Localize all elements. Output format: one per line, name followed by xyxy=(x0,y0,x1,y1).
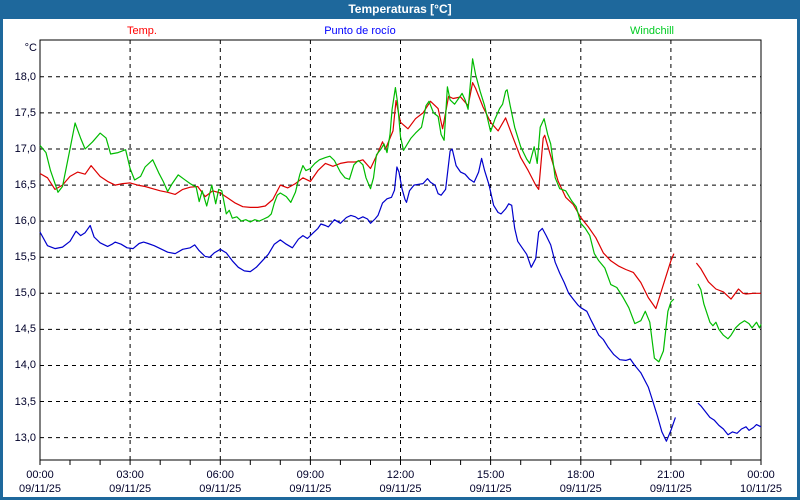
x-tick-date: 09/11/25 xyxy=(98,483,162,495)
weather-chart-window: Temperaturas [°C] Temp. Punto de rocío W… xyxy=(0,0,800,500)
x-tick-time: 21:00 xyxy=(639,469,703,481)
x-tick-time: 12:00 xyxy=(369,469,433,481)
x-tick-time: 18:00 xyxy=(549,469,613,481)
y-tick-label: 17,5 xyxy=(0,107,36,119)
y-tick-label: 13,0 xyxy=(0,432,36,444)
y-tick-label: 14,0 xyxy=(0,359,36,371)
x-tick-date: 09/11/25 xyxy=(188,483,252,495)
chart-canvas xyxy=(0,0,800,500)
x-tick-time: 15:00 xyxy=(459,469,523,481)
x-tick-date: 09/11/25 xyxy=(549,483,613,495)
y-tick-label: 17,0 xyxy=(0,143,36,155)
x-tick-time: 09:00 xyxy=(278,469,342,481)
x-tick-date: 09/11/25 xyxy=(639,483,703,495)
x-tick-date: 10/11/25 xyxy=(729,483,793,495)
x-tick-time: 03:00 xyxy=(98,469,162,481)
y-tick-label: 16,5 xyxy=(0,179,36,191)
y-tick-label: 18,0 xyxy=(0,71,36,83)
y-tick-label: 15,0 xyxy=(0,287,36,299)
y-tick-label: 14,5 xyxy=(0,323,36,335)
x-tick-time: 06:00 xyxy=(188,469,252,481)
x-tick-time: 00:00 xyxy=(8,469,72,481)
y-tick-label: 13,5 xyxy=(0,396,36,408)
y-tick-label: 16,0 xyxy=(0,215,36,227)
y-tick-label: 15,5 xyxy=(0,251,36,263)
series-line xyxy=(698,403,761,435)
x-tick-date: 09/11/25 xyxy=(8,483,72,495)
series-line xyxy=(40,83,674,309)
x-tick-date: 09/11/25 xyxy=(369,483,433,495)
x-tick-date: 09/11/25 xyxy=(278,483,342,495)
series-line xyxy=(40,149,675,441)
window-frame-left xyxy=(0,19,3,500)
series-line xyxy=(698,284,761,339)
series-line xyxy=(40,59,674,362)
x-tick-date: 09/11/25 xyxy=(459,483,523,495)
x-tick-time: 00:00 xyxy=(729,469,793,481)
